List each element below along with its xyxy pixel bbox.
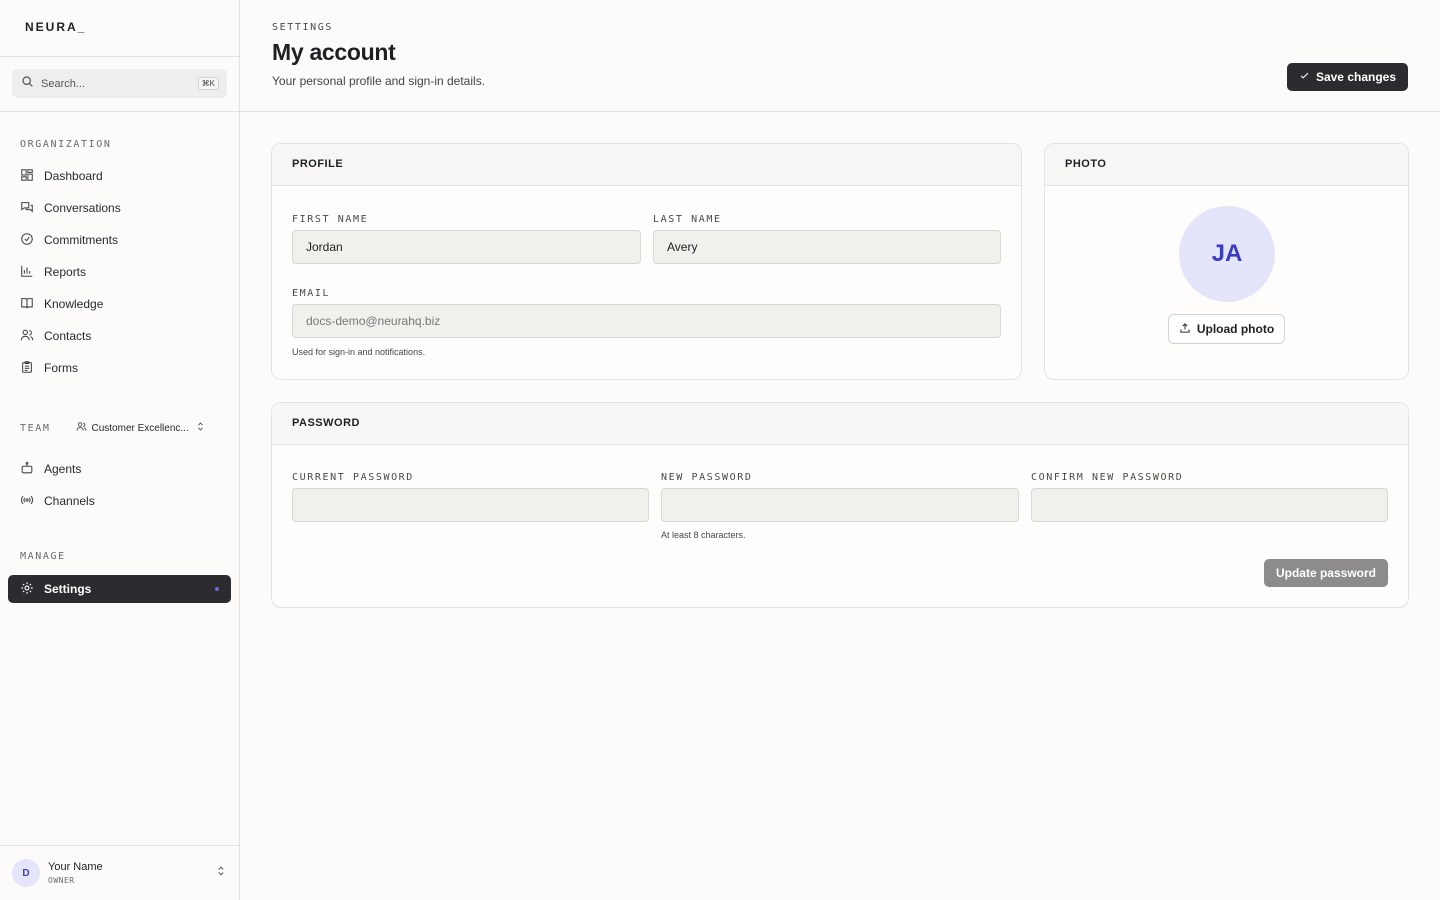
avatar: JA [1179, 206, 1275, 302]
search-icon [21, 75, 34, 93]
password-heading: PASSWORD [272, 403, 1408, 445]
sidebar-item-label: Contacts [44, 329, 92, 343]
channels-icon [20, 493, 44, 510]
check-icon [1299, 70, 1316, 84]
breadcrumb: SETTINGS [272, 22, 333, 33]
sidebar-item-forms[interactable]: Forms [0, 352, 239, 384]
page-subtitle: Your personal profile and sign-in detail… [272, 74, 486, 88]
sidebar-item-channels[interactable]: Channels [0, 485, 239, 517]
sidebar-item-settings[interactable]: Settings [8, 575, 231, 603]
current-password-field[interactable] [292, 488, 649, 522]
sidebar-item-conversations[interactable]: Conversations [0, 192, 239, 224]
team-selector[interactable]: Customer Excellenc... [76, 421, 205, 435]
section-label-manage: MANAGE [20, 551, 66, 562]
settings-icon [20, 581, 44, 598]
last-name-label: LAST NAME [653, 214, 722, 225]
email-hint: Used for sign-in and notifications. [292, 347, 426, 357]
save-changes-label: Save changes [1315, 70, 1396, 84]
update-password-button[interactable]: Update password [1263, 559, 1388, 587]
confirm-password-label: CONFIRM NEW PASSWORD [1031, 472, 1184, 483]
sidebar-item-label: Conversations [44, 201, 121, 215]
sidebar-item-knowledge[interactable]: Knowledge [0, 288, 239, 320]
agents-icon [20, 461, 44, 478]
sidebar-item-label: Forms [44, 361, 78, 375]
email-field[interactable]: docs-demo@neurahq.biz [292, 304, 1001, 338]
sidebar-item-label: Commitments [44, 233, 119, 247]
reports-icon [20, 264, 44, 281]
dashboard-icon [20, 168, 44, 185]
search-container: Search... ⌘K [0, 57, 239, 112]
first-name-label: FIRST NAME [292, 214, 369, 225]
profile-heading: PROFILE [272, 144, 1021, 186]
sidebar-item-commitments[interactable]: Commitments [0, 224, 239, 256]
first-name-field[interactable]: Jordan [292, 230, 641, 264]
chevron-updown-icon [195, 421, 206, 435]
active-indicator-dot [215, 587, 219, 591]
new-password-label: NEW PASSWORD [661, 472, 753, 483]
team-selector-label: Customer Excellenc... [91, 422, 189, 434]
team-icon [76, 421, 87, 435]
confirm-password-field[interactable] [1031, 488, 1388, 522]
search-input[interactable]: Search... ⌘K [12, 69, 227, 98]
sidebar-item-label: Agents [44, 462, 82, 476]
page-header: SETTINGS My account Your personal profil… [240, 0, 1440, 112]
sidebar-item-contacts[interactable]: Contacts [0, 320, 239, 352]
sidebar-item-label: Channels [44, 494, 95, 508]
photo-card: PHOTO JA Upload photo [1044, 143, 1409, 380]
new-password-hint: At least 8 characters. [661, 530, 746, 540]
forms-icon [20, 360, 44, 377]
main-content: SETTINGS My account Your personal profil… [240, 0, 1440, 900]
upload-photo-button[interactable]: Upload photo [1168, 314, 1285, 344]
chevron-updown-icon [215, 864, 227, 882]
section-label-organization: ORGANIZATION [20, 139, 112, 150]
sidebar-item-label: Settings [44, 582, 92, 596]
knowledge-icon [20, 296, 44, 313]
sidebar-item-label: Knowledge [44, 297, 104, 311]
sidebar-item-agents[interactable]: Agents [0, 453, 239, 485]
sidebar-item-label: Reports [44, 265, 87, 279]
password-card: PASSWORD CURRENT PASSWORD NEW PASSWORD A… [271, 402, 1409, 608]
profile-card: PROFILE FIRST NAME Jordan LAST NAME Aver… [271, 143, 1022, 380]
email-label: EMAIL [292, 288, 331, 299]
last-name-field[interactable]: Avery [653, 230, 1001, 264]
user-name: Your Name [48, 861, 103, 873]
user-role: OWNER [48, 876, 75, 885]
sidebar-item-label: Dashboard [44, 169, 103, 183]
team-row: TEAM Customer Excellenc... [0, 418, 239, 438]
upload-photo-label: Upload photo [1196, 322, 1275, 336]
commitments-icon [20, 232, 44, 249]
user-menu[interactable]: D Your Name OWNER [0, 845, 239, 900]
conversations-icon [20, 200, 44, 217]
page-title: My account [272, 39, 396, 65]
sidebar-item-dashboard[interactable]: Dashboard [0, 160, 239, 192]
new-password-field[interactable] [661, 488, 1019, 522]
save-changes-button[interactable]: Save changes [1286, 63, 1408, 91]
search-shortcut-badge: ⌘K [197, 77, 219, 90]
current-password-label: CURRENT PASSWORD [292, 472, 414, 483]
avatar: D [12, 859, 40, 887]
brand-logo[interactable]: NEURA_ [0, 0, 239, 57]
sidebar-item-reports[interactable]: Reports [0, 256, 239, 288]
photo-heading: PHOTO [1045, 144, 1408, 186]
search-placeholder: Search... [41, 77, 86, 90]
upload-icon [1179, 322, 1197, 337]
sidebar: NEURA_ Search... ⌘K ORGANIZATION Dashboa… [0, 0, 240, 900]
contacts-icon [20, 328, 44, 345]
section-label-team: TEAM [20, 422, 51, 434]
